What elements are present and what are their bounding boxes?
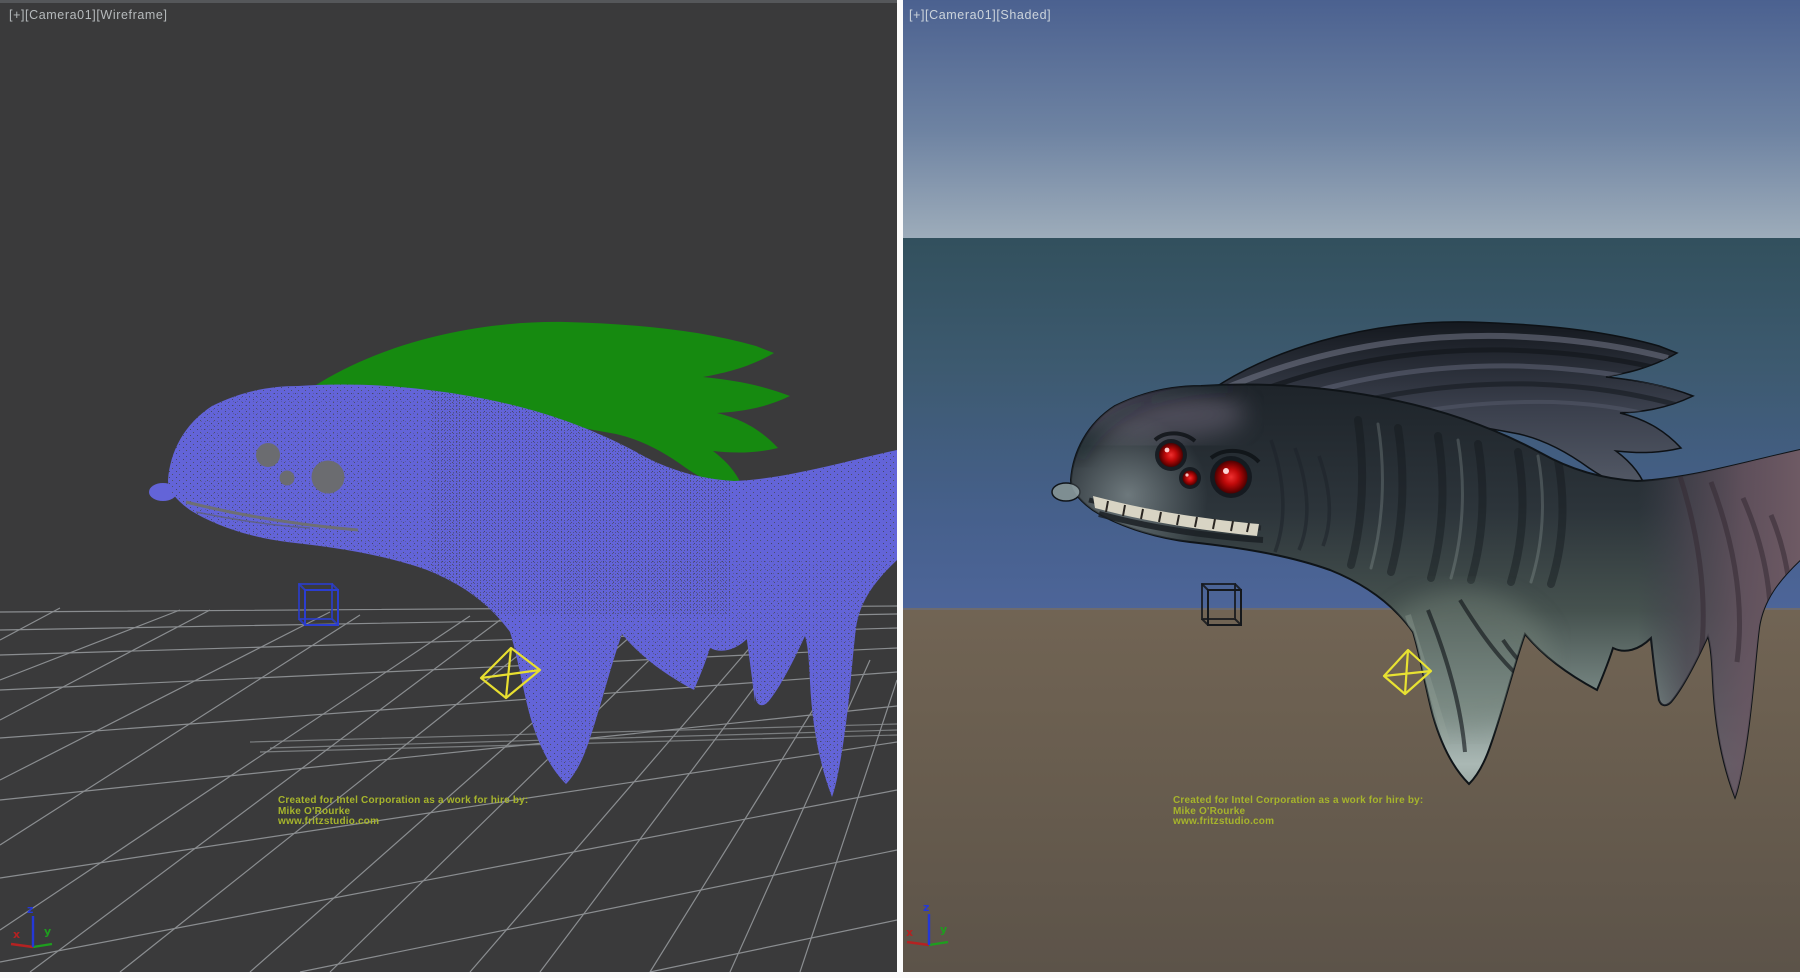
axis-y-line xyxy=(33,944,52,947)
bottom-edge xyxy=(0,972,1800,978)
viewport-label-shaded[interactable]: [+][Camera01][Shaded] xyxy=(909,8,1051,22)
scene-attribution: Created for Intel Corporation as a work … xyxy=(1173,796,1513,828)
split-viewport-stage: [+][Camera01][Wireframe] Created for Int… xyxy=(0,0,1800,978)
attribution-line: Created for Intel Corporation as a work … xyxy=(278,796,618,807)
viewport-shaded[interactable]: [+][Camera01][Shaded] Created for Intel … xyxy=(903,0,1800,972)
axis-x-label: x xyxy=(13,928,20,941)
fish-eye-tiny xyxy=(1183,471,1198,486)
axis-x-line xyxy=(11,944,33,947)
axis-y-label: y xyxy=(940,923,947,936)
axis-x-label: x xyxy=(906,926,913,939)
fish-eye-small xyxy=(1159,443,1183,467)
axis-y-line xyxy=(929,942,948,945)
viewport-top-edge xyxy=(0,0,897,3)
sky-upper xyxy=(903,0,1800,238)
attribution-line: www.fritzstudio.com xyxy=(278,817,618,828)
axis-gizmo: x y z xyxy=(903,900,958,958)
viewport-wireframe[interactable]: [+][Camera01][Wireframe] Created for Int… xyxy=(0,0,897,972)
scene-attribution: Created for Intel Corporation as a work … xyxy=(278,796,618,828)
attribution-line: www.fritzstudio.com xyxy=(1173,817,1513,828)
axis-gizmo: x y z xyxy=(6,902,66,960)
viewport-label-wireframe[interactable]: [+][Camera01][Wireframe] xyxy=(9,8,168,22)
fish-eye-large xyxy=(312,461,345,494)
fish-eye-large xyxy=(1215,461,1248,494)
fish-eye-tiny xyxy=(280,471,295,486)
axis-y-label: y xyxy=(44,925,51,938)
axis-z-label: z xyxy=(27,903,33,916)
attribution-line: Created for Intel Corporation as a work … xyxy=(1173,796,1513,807)
axis-x-line xyxy=(907,942,929,945)
axis-z-label: z xyxy=(923,901,929,914)
fish-eye-small xyxy=(256,443,280,467)
